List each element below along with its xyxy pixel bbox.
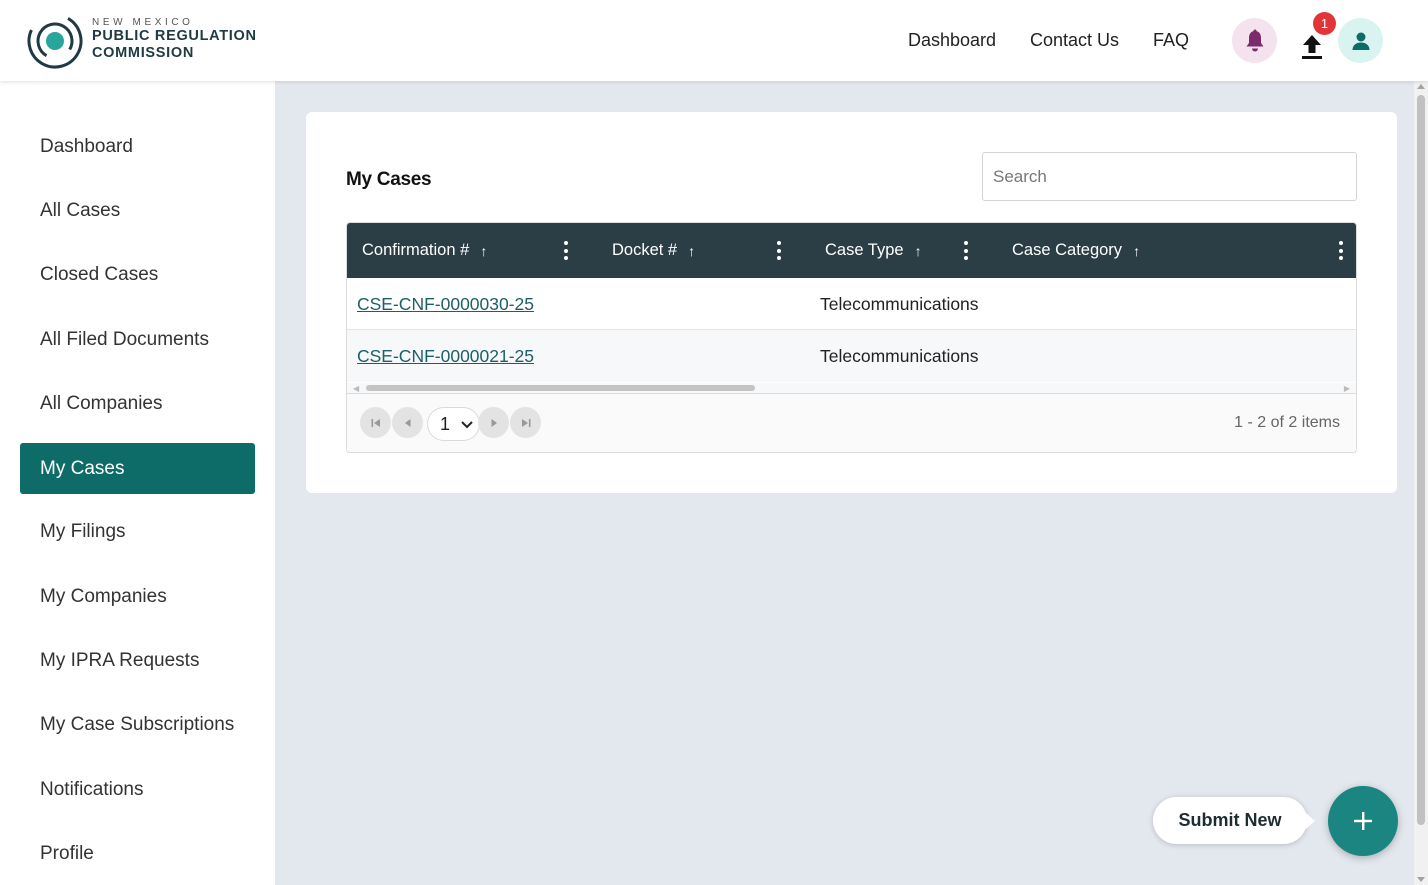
sidebar-item-notifications[interactable]: Notifications [20, 764, 255, 815]
scroll-left-icon[interactable]: ◀ [353, 384, 359, 393]
table-row: CSE-CNF-0000030-25 Telecommunications [347, 278, 1356, 330]
search-input[interactable] [982, 152, 1357, 201]
case-link[interactable]: CSE-CNF-0000030-25 [357, 294, 534, 315]
chevron-down-icon [461, 421, 473, 429]
column-header-docket[interactable]: Docket # ↑ [612, 223, 695, 278]
grid-header: Confirmation # ↑ Docket # ↑ Case Type ↑ Cas… [347, 223, 1356, 278]
page-scrollbar[interactable] [1414, 81, 1428, 885]
logo-title-line1: PUBLIC REGULATION [92, 28, 257, 44]
upload-icon [1302, 35, 1322, 59]
sidebar-item-my-cases[interactable]: My Cases [20, 443, 255, 494]
add-button[interactable] [1328, 786, 1398, 856]
last-page-button[interactable] [510, 407, 541, 438]
sidebar-item-my-case-subscriptions[interactable]: My Case Subscriptions [20, 699, 255, 750]
page-title: My Cases [346, 169, 432, 190]
sidebar-item-dashboard[interactable]: Dashboard [20, 121, 255, 172]
nav-contact-us[interactable]: Contact Us [1030, 30, 1119, 51]
confirmation-cell: CSE-CNF-0000030-25 [357, 278, 534, 330]
plus-icon [1354, 812, 1372, 830]
scroll-down-icon[interactable] [1417, 877, 1425, 882]
top-bar: NEW MEXICO PUBLIC REGULATION COMMISSION … [0, 0, 1428, 81]
nav-faq[interactable]: FAQ [1153, 30, 1189, 51]
submit-new-button[interactable]: Submit New [1153, 797, 1315, 844]
case-type-cell: Telecommunications [820, 345, 979, 366]
sort-arrow-icon: ↑ [688, 242, 696, 259]
column-header-case-category[interactable]: Case Category ↑ [1012, 223, 1140, 278]
upload-count-badge: 1 [1313, 12, 1336, 35]
sort-arrow-icon: ↑ [480, 242, 488, 259]
case-link[interactable]: CSE-CNF-0000021-25 [357, 346, 534, 367]
previous-page-button[interactable] [392, 407, 423, 438]
column-title: Confirmation # [362, 241, 470, 259]
sidebar-item-closed-cases[interactable]: Closed Cases [20, 249, 255, 300]
notifications-button[interactable] [1232, 18, 1277, 63]
sidebar-item-all-companies[interactable]: All Companies [20, 378, 255, 429]
column-menu-icon[interactable] [564, 241, 568, 260]
sort-arrow-icon: ↑ [914, 242, 922, 259]
logo-text: NEW MEXICO PUBLIC REGULATION COMMISSION [92, 17, 257, 62]
bell-icon [1246, 29, 1263, 51]
column-title: Case Type [825, 241, 904, 259]
pager: 1 1 - 2 of 2 items [347, 393, 1356, 452]
sidebar-item-my-ipra-requests[interactable]: My IPRA Requests [20, 635, 255, 686]
sidebar-item-all-cases[interactable]: All Cases [20, 185, 255, 236]
column-header-case-type[interactable]: Case Type ↑ [825, 223, 922, 278]
user-icon [1352, 32, 1369, 50]
scroll-up-icon[interactable] [1417, 84, 1425, 89]
scrollbar-thumb[interactable] [366, 385, 755, 391]
page-select[interactable]: 1 [427, 407, 480, 441]
sidebar-item-my-filings[interactable]: My Filings [20, 506, 255, 557]
column-header-confirmation[interactable]: Confirmation # ↑ [362, 223, 487, 278]
next-page-icon [491, 418, 497, 427]
logo-state: NEW MEXICO [92, 17, 194, 28]
first-page-button[interactable] [360, 407, 391, 438]
previous-page-icon [404, 418, 410, 427]
column-title: Case Category [1012, 241, 1123, 259]
logo-title-line2: COMMISSION [92, 45, 195, 61]
pr-commission-logo[interactable] [24, 10, 84, 70]
sort-arrow-icon: ↑ [1133, 242, 1141, 259]
column-title: Docket # [612, 241, 678, 259]
column-menu-icon[interactable] [777, 241, 781, 260]
confirmation-cell: CSE-CNF-0000021-25 [357, 330, 534, 382]
scroll-right-icon[interactable]: ▶ [1344, 384, 1350, 393]
sidebar-item-my-companies[interactable]: My Companies [20, 571, 255, 622]
scrollbar-thumb[interactable] [1417, 95, 1425, 825]
sidebar: Dashboard All Cases Closed Cases All Fil… [0, 81, 275, 885]
table-row: CSE-CNF-0000021-25 Telecommunications [347, 330, 1356, 382]
sidebar-item-all-filed-documents[interactable]: All Filed Documents [20, 314, 255, 365]
my-cases-card: My Cases Confirmation # ↑ Docket # ↑ Case … [306, 112, 1397, 493]
column-menu-icon[interactable] [964, 241, 968, 260]
next-page-button[interactable] [478, 407, 509, 438]
last-page-icon [521, 418, 530, 427]
current-page: 1 [440, 413, 451, 434]
first-page-icon [371, 418, 380, 427]
case-type-cell: Telecommunications [820, 293, 979, 314]
cases-grid: Confirmation # ↑ Docket # ↑ Case Type ↑ Cas… [346, 222, 1357, 453]
horizontal-scrollbar[interactable]: ◀ ▶ [347, 383, 1356, 393]
column-menu-icon[interactable] [1339, 241, 1343, 260]
user-menu-button[interactable] [1338, 18, 1383, 63]
sidebar-item-profile[interactable]: Profile [20, 828, 255, 879]
pager-info: 1 - 2 of 2 items [1234, 414, 1340, 431]
nav-dashboard[interactable]: Dashboard [908, 30, 996, 51]
